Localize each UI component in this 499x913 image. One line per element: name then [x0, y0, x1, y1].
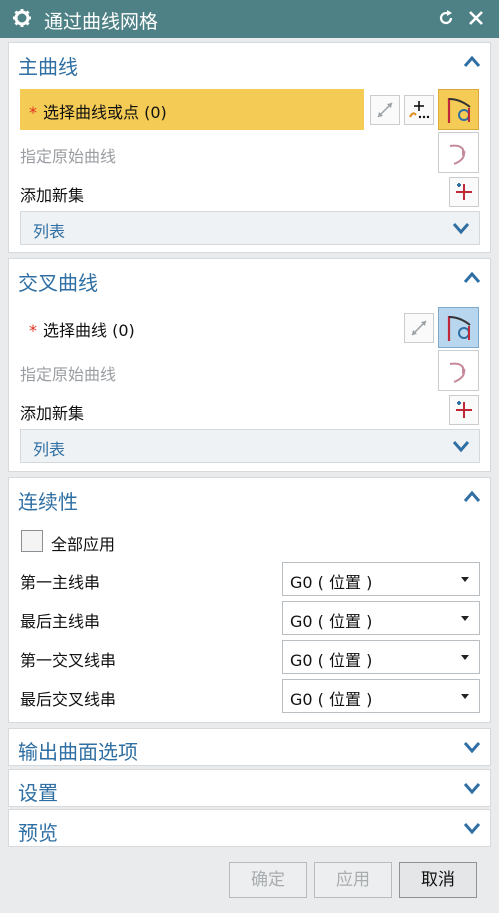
dropdown-arrow-icon	[461, 616, 469, 621]
select-curve-or-point-label: * 选择曲线或点 (0)	[29, 99, 167, 123]
reverse-direction-button[interactable]	[370, 95, 400, 125]
chevron-up-icon[interactable]	[462, 488, 482, 506]
apply-button[interactable]: 应用	[314, 862, 392, 898]
continuity-select-value: G0 ( 位置 )	[290, 651, 373, 670]
select-curve-tool-button[interactable]	[438, 307, 479, 348]
continuity-section: 连续性 全部应用 第一主线串 G0 ( 位置 ) 最后主线串 G0 ( 位置 )…	[8, 477, 491, 723]
add-new-set-label: 添加新集	[20, 404, 85, 423]
cancel-button[interactable]: 取消	[399, 862, 477, 898]
curve-rule-icon	[447, 98, 471, 123]
curve-rule-icon	[447, 316, 471, 341]
specify-original-curve-label: 指定原始曲线	[20, 147, 117, 166]
primary-curves-header[interactable]: 主曲线	[9, 43, 490, 83]
continuity-row-label: 第一交叉线串	[20, 651, 117, 670]
original-curve-icon	[449, 362, 466, 383]
required-mark: *	[29, 321, 37, 340]
close-icon[interactable]	[466, 8, 486, 28]
select-curve-tool-button[interactable]	[438, 89, 479, 130]
dropdown-arrow-icon	[461, 655, 469, 660]
add-new-set-button[interactable]	[449, 177, 479, 207]
select-curve-row[interactable]: * 选择曲线 (0)	[20, 309, 400, 349]
required-mark: *	[29, 103, 37, 122]
reverse-direction-button[interactable]	[404, 313, 434, 343]
reverse-direction-icon	[411, 320, 427, 336]
ok-button[interactable]: 确定	[229, 862, 307, 898]
title-bar: 通过曲线网格	[0, 0, 499, 38]
list-label: 列表	[33, 222, 66, 241]
continuity-select-value: G0 ( 位置 )	[290, 612, 373, 631]
gear-icon[interactable]	[12, 8, 32, 28]
add-new-set-label: 添加新集	[20, 186, 85, 205]
continuity-header[interactable]: 连续性	[9, 478, 490, 518]
add-new-set-icon	[456, 401, 472, 418]
reverse-direction-icon	[377, 102, 393, 118]
select-curve-or-point-row[interactable]: * 选择曲线或点 (0)	[20, 89, 364, 130]
cross-curves-list[interactable]: 列表	[20, 429, 480, 463]
add-new-set-button[interactable]	[449, 395, 479, 425]
cross-curves-section: 交叉曲线 * 选择曲线 (0) 指定原始曲线 添加新集 列表	[8, 258, 491, 472]
cross-curves-header[interactable]: 交叉曲线	[9, 259, 490, 299]
continuity-select-value: G0 ( 位置 )	[290, 690, 373, 709]
add-new-set-icon	[456, 183, 472, 200]
point-dialog-button[interactable]	[404, 95, 434, 125]
continuity-select[interactable]: G0 ( 位置 )	[282, 640, 480, 674]
preview-section[interactable]: 预览	[8, 809, 491, 847]
primary-curves-section: 主曲线 * 选择曲线或点 (0) 指定原始曲线 添加新集 列表	[8, 42, 491, 253]
specify-original-curve-button[interactable]	[438, 132, 479, 173]
dialog-title: 通过曲线网格	[44, 11, 159, 33]
cross-curves-title: 交叉曲线	[18, 271, 98, 295]
settings-section[interactable]: 设置	[8, 769, 491, 807]
reset-icon[interactable]	[436, 8, 456, 28]
continuity-select[interactable]: G0 ( 位置 )	[282, 679, 480, 713]
chevron-down-icon[interactable]	[451, 219, 471, 237]
output-surface-options-title: 输出曲面选项	[18, 740, 138, 764]
continuity-select[interactable]: G0 ( 位置 )	[282, 562, 480, 596]
specify-original-curve-button[interactable]	[438, 350, 479, 391]
specify-original-curve-label: 指定原始曲线	[20, 365, 117, 384]
dropdown-arrow-icon	[461, 577, 469, 582]
preview-title: 预览	[18, 821, 58, 845]
dropdown-arrow-icon	[461, 694, 469, 699]
select-curve-text: 选择曲线 (0)	[43, 321, 135, 340]
continuity-select[interactable]: G0 ( 位置 )	[282, 601, 480, 635]
list-label: 列表	[33, 440, 66, 459]
continuity-title: 连续性	[18, 490, 78, 514]
chevron-down-icon[interactable]	[462, 779, 482, 797]
apply-all-checkbox[interactable]	[21, 530, 43, 552]
select-curve-label: * 选择曲线 (0)	[29, 317, 135, 341]
original-curve-icon	[449, 144, 466, 165]
continuity-select-value: G0 ( 位置 )	[290, 573, 373, 592]
output-surface-options-section[interactable]: 输出曲面选项	[8, 728, 491, 766]
chevron-up-icon[interactable]	[462, 53, 482, 71]
chevron-down-icon[interactable]	[462, 738, 482, 756]
select-curve-or-point-text: 选择曲线或点 (0)	[43, 103, 167, 122]
apply-all-label: 全部应用	[51, 535, 116, 554]
continuity-row-label: 第一主线串	[20, 573, 101, 592]
point-dialog-icon	[409, 101, 430, 119]
primary-curves-list[interactable]: 列表	[20, 211, 480, 245]
continuity-row-label: 最后交叉线串	[20, 690, 117, 709]
chevron-down-icon[interactable]	[451, 437, 471, 455]
dialog-window: 通过曲线网格 主曲线 * 选择曲线或点 (0) 指定原始曲线 添加新集 列表 交…	[0, 0, 499, 913]
chevron-down-icon[interactable]	[462, 819, 482, 837]
continuity-row-label: 最后主线串	[20, 612, 101, 631]
settings-title: 设置	[18, 781, 58, 805]
chevron-up-icon[interactable]	[462, 269, 482, 287]
primary-curves-title: 主曲线	[18, 55, 78, 79]
